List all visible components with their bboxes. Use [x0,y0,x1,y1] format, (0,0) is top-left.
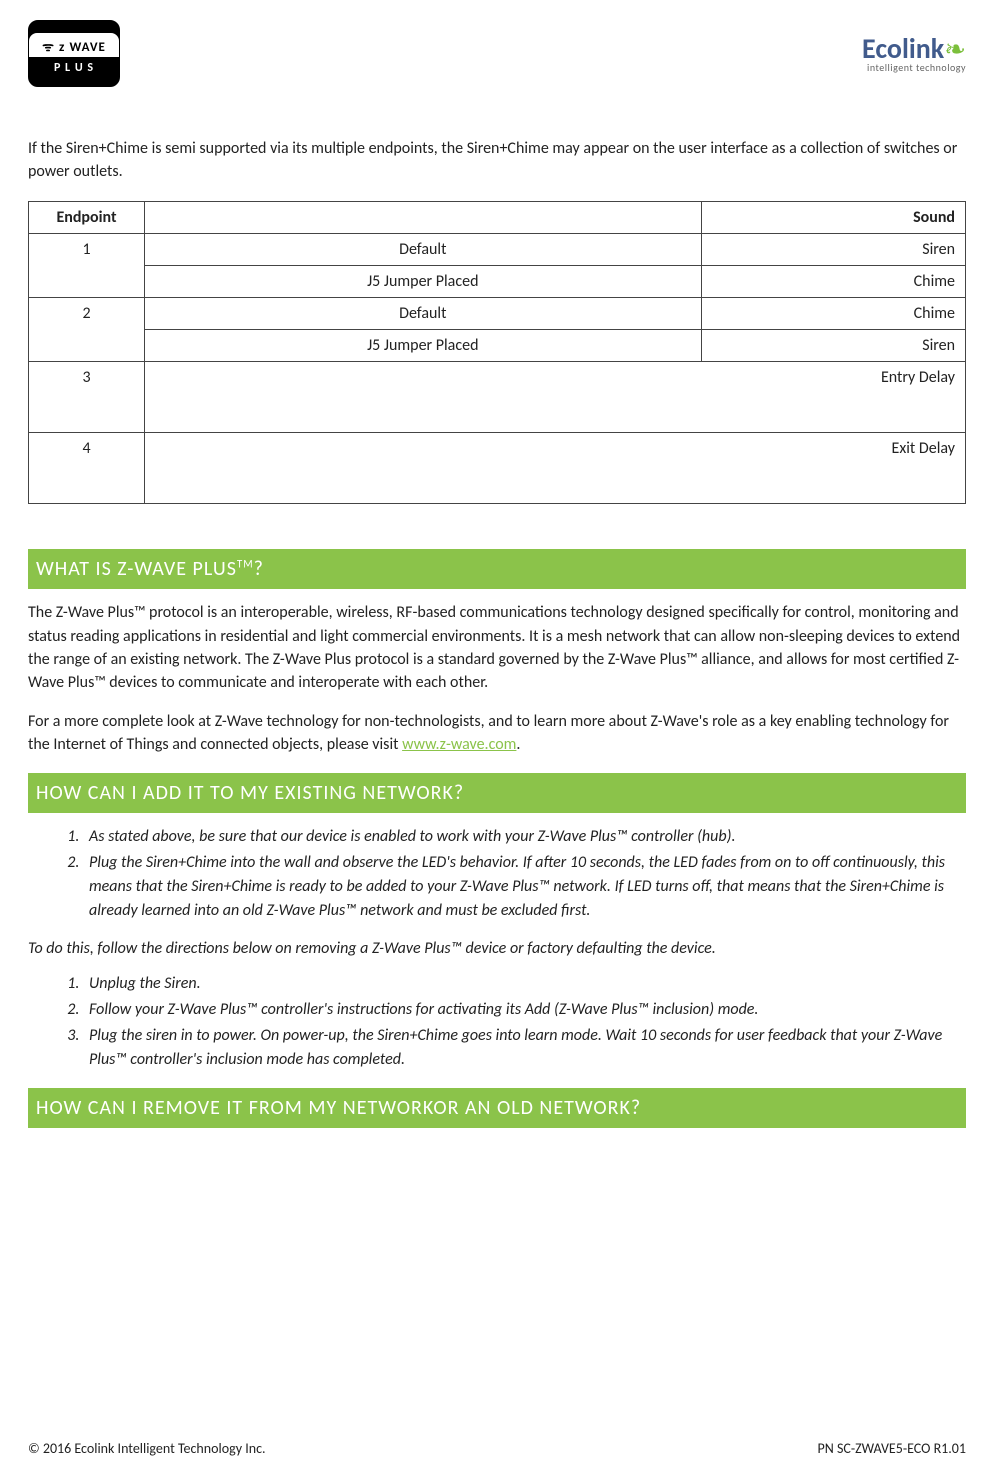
section-heading-what-is-zwave: WHAT IS Z-WAVE PLUSTM? [28,549,966,589]
table-header-middle [145,202,702,234]
section-heading-remove-network: HOW CAN I REMOVE IT FROM MY NETWORKOR AN… [28,1088,966,1128]
footer-copyright: © 2016 Ecolink Intelligent Technology In… [28,1440,266,1457]
zwave-badge-bottom: P L U S [54,57,94,75]
cell-condition: J5 Jumper Placed [145,266,702,298]
table-header-endpoint: Endpoint [29,202,145,234]
leaf-icon: ❧ [944,33,966,65]
cell-endpoint: 2 [29,298,145,362]
zwave-website-link[interactable]: www.z-wave.com [402,735,516,754]
page-footer: © 2016 Ecolink Intelligent Technology In… [28,1440,966,1457]
cell-sound: Chime [701,266,965,298]
heading-text: WHAT IS Z-WAVE PLUS [36,557,237,581]
table-row: 2 Default Chime [29,298,966,330]
table-row: J5 Jumper Placed Chime [29,266,966,298]
add-steps-list-b: Unplug the Siren. Follow your Z-Wave Plu… [28,972,966,1072]
add-steps-list-a: As stated above, be sure that our device… [28,825,966,923]
list-item: Unplug the Siren. [83,972,966,996]
list-item: Plug the Siren+Chime into the wall and o… [83,851,966,923]
document-header: ᯤ ᴢ WAVE P L U S Ecolink❧ intelligent te… [28,20,966,87]
table-row: 3 Entry Delay [29,362,966,433]
ecolink-logo: Ecolink❧ intelligent technology [862,35,966,73]
cell-sound: Chime [701,298,965,330]
intro-paragraph: If the Siren+Chime is semi supported via… [28,137,966,183]
cell-sound: Siren [701,234,965,266]
cell-endpoint: 3 [29,362,145,433]
document-page: ᯤ ᴢ WAVE P L U S Ecolink❧ intelligent te… [0,0,994,1479]
paragraph: The Z-Wave Plus™ protocol is an interope… [28,601,966,694]
transition-paragraph: To do this, follow the directions below … [28,939,966,958]
paragraph: For a more complete look at Z-Wave techn… [28,710,966,756]
footer-part-number: PN SC-ZWAVE5-ECO R1.01 [818,1440,966,1457]
list-item: Plug the siren in to power. On power-up,… [83,1024,966,1072]
cell-condition: J5 Jumper Placed [145,330,702,362]
text: . [516,735,520,754]
list-item: As stated above, be sure that our device… [83,825,966,849]
cell-sound: Siren [701,330,965,362]
heading-text: ? [254,557,264,581]
cell-endpoint: 1 [29,234,145,298]
list-item: Follow your Z-Wave Plus™ controller's in… [83,998,966,1022]
endpoint-sound-table: Endpoint Sound 1 Default Siren J5 Jumper… [28,201,966,504]
table-row: 1 Default Siren [29,234,966,266]
ecolink-tagline: intelligent technology [862,63,966,73]
cell-condition: Default [145,234,702,266]
zwave-badge-top: ᯤ ᴢ WAVE [29,33,119,57]
table-row: 4 Exit Delay [29,433,966,504]
cell-sound: Exit Delay [145,433,966,504]
zwave-plus-badge-icon: ᯤ ᴢ WAVE P L U S [28,20,120,87]
tm-mark: TM [237,558,254,571]
section-heading-add-network: HOW CAN I ADD IT TO MY EXISTING NETWORK? [28,773,966,813]
table-row: J5 Jumper Placed Siren [29,330,966,362]
cell-endpoint: 4 [29,433,145,504]
table-header-sound: Sound [701,202,965,234]
cell-condition: Default [145,298,702,330]
cell-sound: Entry Delay [145,362,966,433]
